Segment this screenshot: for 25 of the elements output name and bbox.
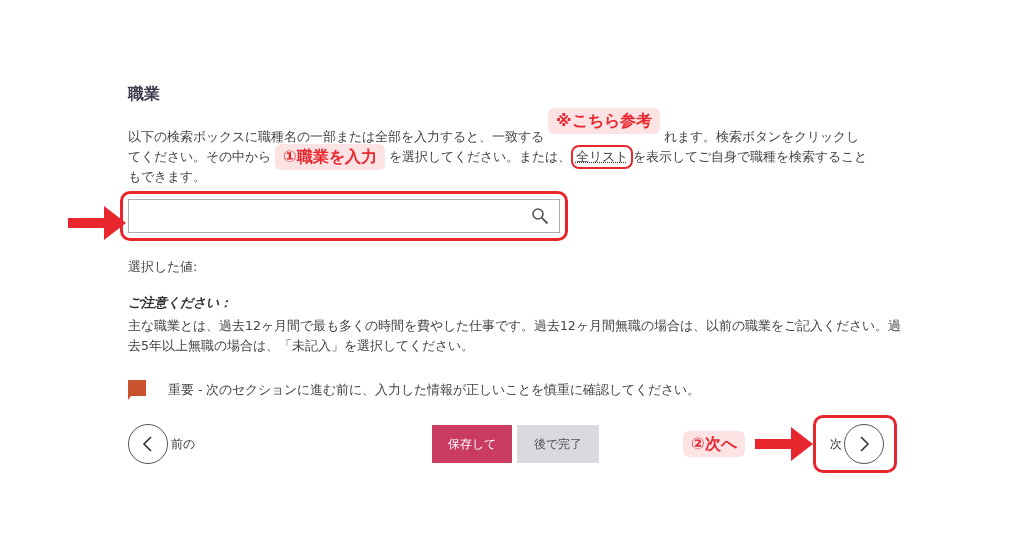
flag-icon (128, 380, 146, 400)
search-field[interactable] (128, 199, 560, 233)
save-button[interactable]: 保存して (432, 425, 512, 463)
previous-button[interactable] (128, 424, 168, 464)
description-text: てください。その中から (128, 148, 271, 166)
annotation-label: ①職業を入力 (275, 144, 385, 170)
next-button[interactable] (843, 424, 884, 464)
notice-text: 主な職業とは、過去12ヶ月間で最も多くの時間を費やした仕事です。過去12ヶ月間無職の場合は、以前の職業をご記入ください。過去5年以上無職の場合は、「未記入」を選択してください。 (128, 317, 902, 355)
description-text: を表示してご自身で職種を検索すること (632, 148, 867, 166)
previous-label: 前の (171, 435, 195, 453)
search-icon (531, 207, 549, 225)
selected-value-label: 選択した値: (128, 259, 199, 276)
description-text: 以下の検索ボックスに職種名の一部または全部を入力すると、一致する (128, 128, 544, 146)
next-label: 次 (829, 435, 842, 453)
notice-title: ご注意ください： (128, 294, 233, 312)
annotation-label: ②次へ (683, 431, 745, 457)
important-text: 重要 - 次のセクションに進む前に、入力した情報が正しいことを慎重に確認してください。 (168, 381, 701, 399)
chevron-left-icon (141, 435, 155, 453)
finish-later-button[interactable]: 後で完了 (517, 425, 599, 463)
description-text: れます。検索ボタンをクリックし (663, 128, 859, 146)
full-list-link[interactable]: 全リスト (570, 145, 633, 169)
section-heading: 職業 (128, 84, 161, 105)
annotation-label: ※こちら参考 (548, 108, 660, 134)
description-text: もできます。 (128, 168, 206, 186)
description-text: を選択してください。または、 (388, 148, 571, 166)
